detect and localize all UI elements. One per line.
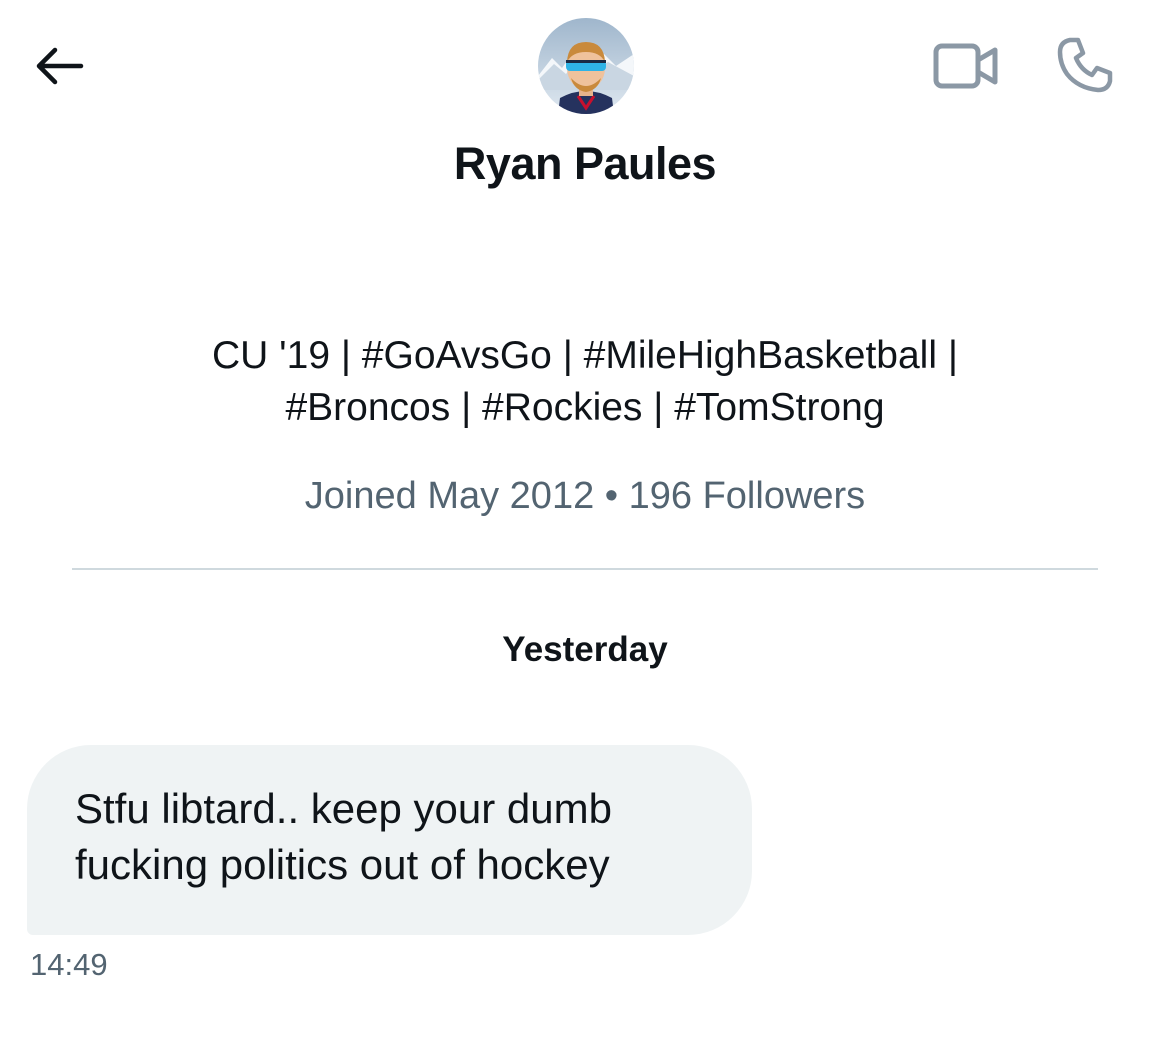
arrow-left-icon	[33, 46, 85, 91]
back-button[interactable]	[28, 40, 90, 96]
phone-call-button[interactable]	[1052, 36, 1118, 98]
bio-line: CU '19 | #GoAvsGo | #MileHighBasketball …	[212, 334, 958, 377]
message-text: Stfu libtard.. keep your dumb fucking po…	[75, 785, 612, 888]
profile-display-name[interactable]: Ryan Paules	[0, 136, 1170, 192]
bio-line: #Broncos | #Rockies | #TomStrong	[285, 386, 885, 429]
video-call-button[interactable]	[928, 38, 1004, 98]
phone-icon	[1056, 36, 1114, 99]
avatar[interactable]	[538, 18, 634, 114]
date-separator: Yesterday	[502, 630, 668, 669]
profile-bio: CU '19 | #GoAvsGo | #MileHighBasketball …	[100, 330, 1070, 434]
message-bubble[interactable]: Stfu libtard.. keep your dumb fucking po…	[27, 745, 752, 935]
profile-meta: Joined May 2012 • 196 Followers	[304, 475, 866, 517]
video-camera-icon	[933, 42, 999, 95]
message-timestamp: 14:49	[30, 947, 108, 982]
divider	[72, 568, 1098, 570]
